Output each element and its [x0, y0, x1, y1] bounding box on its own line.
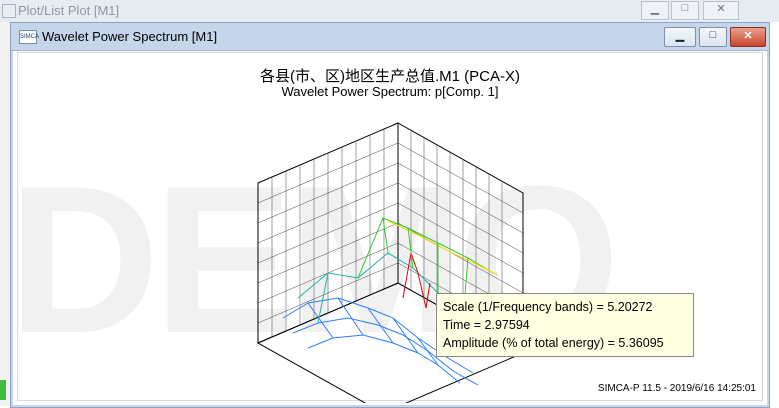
background-window-title: Plot/List Plot [M1] [18, 3, 120, 18]
maximize-icon: □ [709, 29, 717, 41]
background-minimize-button[interactable]: ▁ [641, 1, 669, 20]
background-maximize-button[interactable]: □ [671, 1, 699, 20]
value-tooltip: Scale (1/Frequency bands) = 5.20272 Time… [436, 293, 694, 357]
tooltip-amplitude: Amplitude (% of total energy) = 5.36095 [443, 336, 664, 350]
tooltip-scale: Scale (1/Frequency bands) = 5.20272 [443, 300, 653, 314]
close-icon: ✕ [743, 30, 753, 42]
close-button[interactable]: ✕ [730, 27, 766, 47]
wavelet-window: SIMCA Wavelet Power Spectrum [M1] ▁ □ ✕ … [8, 22, 770, 408]
plot-area[interactable]: DEMO 各县(市、区)地区生产总值.M1 (PCA-X) Wavelet Po… [8, 52, 763, 403]
status-indicator [0, 380, 6, 400]
wavelet-surface-plot[interactable] [198, 103, 578, 403]
plot-subtitle: Wavelet Power Spectrum: p[Comp. 1] [281, 84, 499, 99]
minimize-button[interactable]: ▁ [664, 27, 696, 47]
footer-stamp: SIMCA-P 11.5 - 2019/6/16 14:25:01 [597, 383, 756, 394]
app-icon [2, 4, 16, 18]
maximize-button[interactable]: □ [699, 27, 727, 47]
background-close-button[interactable]: ✕ [703, 1, 739, 20]
background-titlebar[interactable]: Plot/List Plot [M1] ▁ □ ✕ [0, 0, 779, 23]
minimize-icon: ▁ [675, 30, 685, 42]
simca-icon: SIMCA [19, 30, 39, 44]
tooltip-time: Time = 2.97594 [443, 318, 530, 332]
plot-title: 各县(市、区)地区生产总值.M1 (PCA-X) [260, 68, 520, 85]
wavelet-window-title: Wavelet Power Spectrum [M1] [42, 29, 218, 44]
wavelet-window-titlebar[interactable]: SIMCA Wavelet Power Spectrum [M1] ▁ □ ✕ [11, 23, 769, 51]
